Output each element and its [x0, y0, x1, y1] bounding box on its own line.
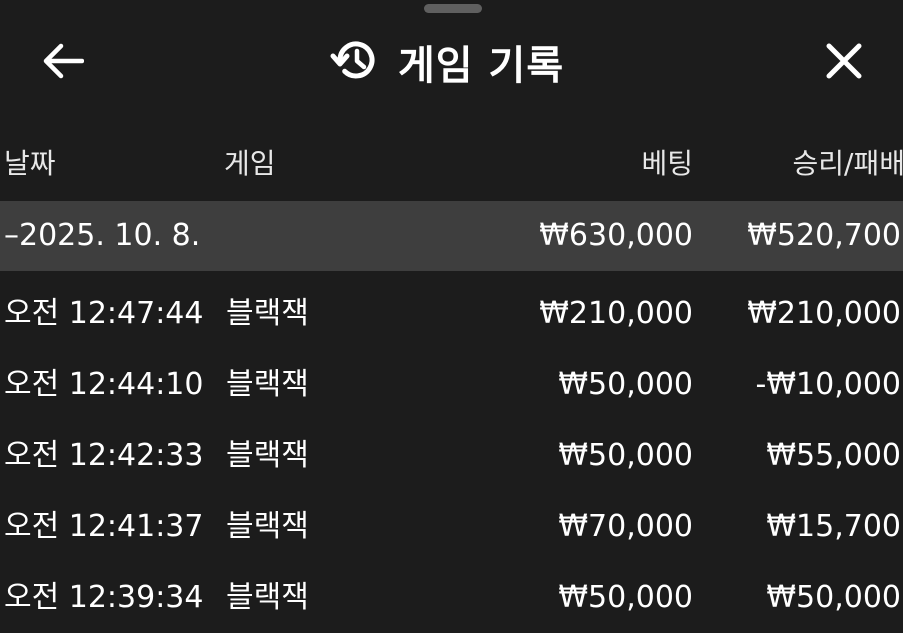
row-result: ₩50,000	[766, 580, 901, 615]
back-button[interactable]	[38, 40, 88, 86]
row-game: 블랙잭	[226, 438, 309, 473]
column-header-bet: 베팅	[641, 147, 693, 180]
table-row[interactable]: 오전 12:39:34 블랙잭 ₩50,000 ₩50,000	[0, 562, 903, 633]
row-bet: ₩210,000	[539, 296, 693, 331]
table-row[interactable]: 오전 12:42:33 블랙잭 ₩50,000 ₩55,000	[0, 420, 903, 491]
table-header: 날짜 게임 베팅 승리/패배	[0, 142, 903, 186]
group-date: –2025. 10. 8.	[4, 218, 201, 253]
close-icon	[825, 42, 863, 84]
row-bet: ₩50,000	[558, 580, 693, 615]
row-time: 오전 12:39:34	[4, 580, 204, 615]
row-time: 오전 12:44:10	[4, 367, 204, 402]
title-group: 게임 기록	[330, 34, 564, 90]
table-row[interactable]: 오전 12:44:10 블랙잭 ₩50,000 -₩10,000	[0, 349, 903, 420]
column-header-date: 날짜	[4, 147, 56, 180]
row-bet: ₩70,000	[558, 509, 693, 544]
page-title: 게임 기록	[398, 43, 565, 89]
table-row[interactable]: 오전 12:47:44 블랙잭 ₩210,000 ₩210,000	[0, 278, 903, 349]
arrow-left-icon	[42, 43, 85, 83]
history-list: 오전 12:47:44 블랙잭 ₩210,000 ₩210,000 오전 12:…	[0, 278, 903, 633]
row-game: 블랙잭	[226, 367, 309, 402]
row-result: ₩15,700	[766, 509, 901, 544]
group-bet-total: ₩630,000	[539, 218, 693, 253]
row-result: ₩210,000	[747, 296, 901, 331]
row-time: 오전 12:41:37	[4, 509, 204, 544]
date-group-row[interactable]: –2025. 10. 8. ₩630,000 ₩520,700	[0, 201, 903, 271]
row-time: 오전 12:47:44	[4, 296, 204, 331]
history-icon	[330, 37, 378, 87]
row-time: 오전 12:42:33	[4, 438, 204, 473]
row-game: 블랙잭	[226, 296, 309, 331]
column-header-result: 승리/패배	[792, 147, 903, 180]
sheet-grabber-handle[interactable]	[424, 4, 482, 13]
column-header-game: 게임	[224, 147, 276, 180]
row-game: 블랙잭	[226, 509, 309, 544]
row-bet: ₩50,000	[558, 438, 693, 473]
close-button[interactable]	[818, 38, 870, 88]
row-result: -₩10,000	[755, 367, 901, 402]
row-result: ₩55,000	[766, 438, 901, 473]
row-bet: ₩50,000	[558, 367, 693, 402]
row-game: 블랙잭	[226, 580, 309, 615]
header-bar: 게임 기록	[0, 22, 903, 102]
table-row[interactable]: 오전 12:41:37 블랙잭 ₩70,000 ₩15,700	[0, 491, 903, 562]
group-result-total: ₩520,700	[747, 218, 901, 253]
